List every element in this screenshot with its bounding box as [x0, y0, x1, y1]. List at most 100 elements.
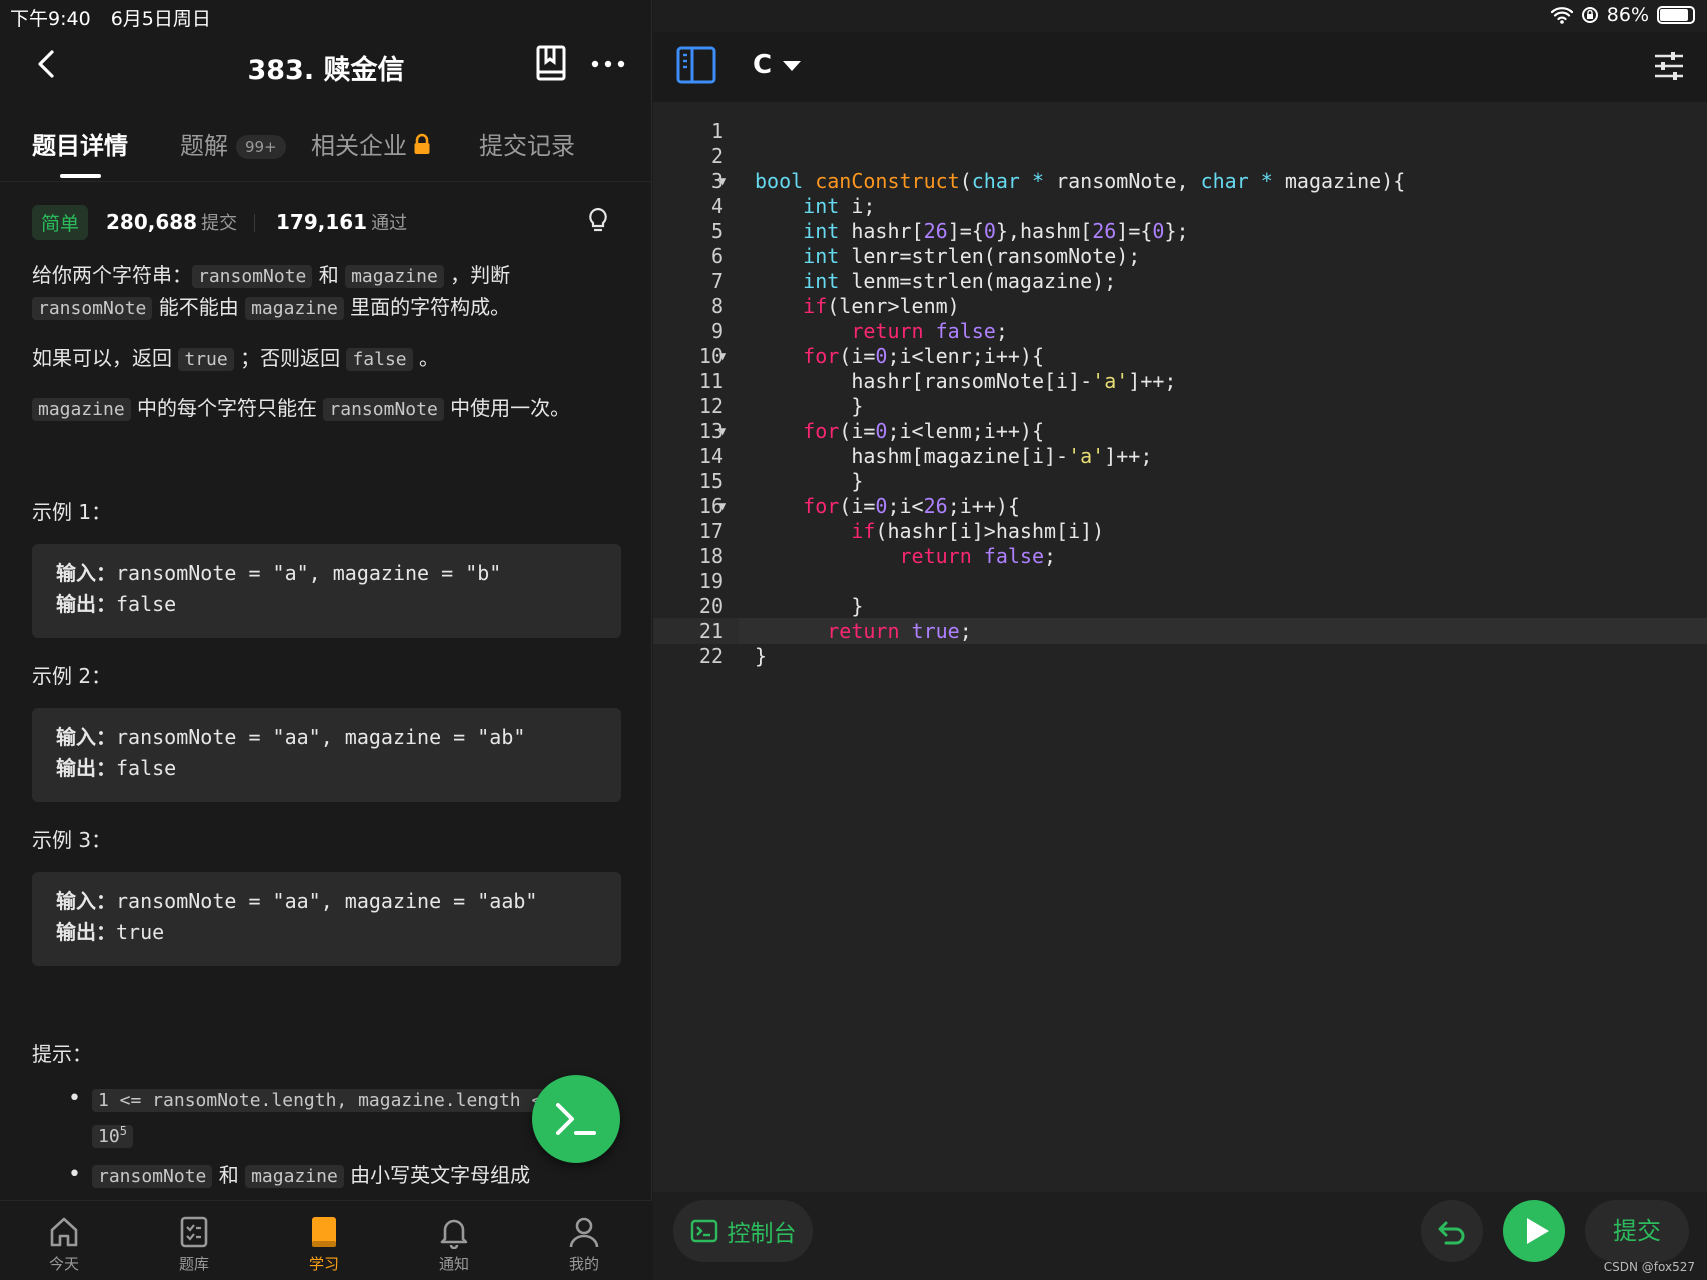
example-box: 输入：ransomNote = "aa", magazine = "ab" 输出… — [32, 708, 621, 802]
example-box: 输入：ransomNote = "aa", magazine = "aab" 输… — [32, 872, 621, 966]
lightbulb-icon[interactable] — [584, 206, 612, 234]
code-line: 7 int lenm=strlen(magazine); — [653, 268, 1707, 294]
notes-button[interactable] — [534, 44, 568, 84]
inline-code: false — [346, 348, 413, 371]
console-button[interactable]: 控制台 — [673, 1200, 813, 1262]
line-number: 20 — [698, 594, 723, 618]
line-number: 18 — [698, 544, 723, 568]
code-text: for(i=0;i<lenr;i++){ — [803, 344, 1045, 368]
line-number: 3 — [710, 169, 723, 193]
bottom-navigation: 今天 题库 学习 通知 我的 — [0, 1200, 652, 1280]
code-line: 16 ▼ for(i=0;i<26;i++){ — [653, 493, 1707, 519]
input-label: 输入： — [56, 725, 116, 749]
home-icon — [50, 1217, 78, 1247]
accepted-count: 179,161 — [276, 210, 368, 234]
checklist-icon — [180, 1216, 208, 1248]
inline-code: 105 — [92, 1124, 133, 1148]
example-box: 输入：ransomNote = "a", magazine = "b" 输出：f… — [32, 544, 621, 638]
submissions-stat: 280,688 提交 — [106, 209, 237, 235]
desc-text: ，判断 — [443, 263, 511, 287]
code-text: int hashr[26]={0},hashm[26]={0}; — [803, 219, 1189, 243]
line-number: 14 — [698, 444, 723, 468]
input-label: 输入： — [56, 889, 116, 913]
reset-code-button[interactable] — [1421, 1200, 1483, 1262]
example-output-line: 输出：false — [56, 753, 597, 784]
more-button[interactable] — [590, 52, 626, 76]
code-text: if(hashr[i]>hashm[i]) — [851, 519, 1105, 543]
fold-arrow-icon[interactable]: ▼ — [719, 168, 726, 194]
code-text: } — [755, 394, 864, 418]
inline-code: ransomNote — [32, 297, 153, 320]
tab-solutions[interactable]: 题解 99+ — [180, 126, 286, 161]
run-button[interactable] — [1503, 1200, 1565, 1262]
toggle-description-panel-button[interactable] — [675, 44, 717, 86]
line-number: 22 — [698, 644, 723, 668]
tab-label: 题目详情 — [32, 132, 128, 160]
console-label: 控制台 — [727, 1221, 797, 1247]
code-editor[interactable]: 1 2 3 ▼ bool canConstruct(char * ransomNot… — [653, 102, 1707, 1192]
language-value: C — [753, 50, 773, 80]
inline-code: 1 <= ransomNote.length, magazine.length … — [92, 1089, 560, 1112]
code-line: 19 — [653, 568, 1707, 594]
inline-code: magazine — [245, 297, 344, 320]
problem-header: 383. 赎金信 — [0, 32, 652, 100]
problem-tabs: 题目详情 题解 99+ 相关企业 提交记录 — [0, 110, 652, 182]
problem-panel: 下午9:40 6月5日周日 383. 赎金信 题目详情 题解 99+ 相关企业 提… — [0, 0, 652, 1280]
nav-item-study[interactable]: 学习 — [274, 1215, 374, 1274]
tab-submissions[interactable]: 提交记录 — [479, 126, 575, 161]
fold-arrow-icon[interactable]: ▼ — [719, 493, 726, 519]
line-number: 21 — [698, 619, 723, 643]
tab-companies[interactable]: 相关企业 — [311, 126, 431, 161]
example-input: ransomNote = "aa", magazine = "aab" — [116, 889, 538, 913]
fold-arrow-icon[interactable]: ▼ — [719, 418, 726, 444]
submit-button[interactable]: 提交 — [1585, 1200, 1689, 1262]
line-number: 7 — [710, 269, 723, 293]
user-icon — [569, 1217, 599, 1248]
battery-icon — [1657, 6, 1695, 24]
status-bar-right: 86% — [1550, 4, 1695, 26]
example-input-line: 输入：ransomNote = "aa", magazine = "aab" — [56, 886, 597, 917]
nav-label: 我的 — [568, 1255, 599, 1273]
line-number: 11 — [698, 369, 723, 393]
stat-divider — [254, 214, 255, 232]
code-text: int lenr=strlen(ransomNote); — [803, 244, 1141, 268]
desc-text: 给你两个字符串： — [32, 263, 192, 287]
editor-settings-button[interactable] — [1653, 50, 1685, 82]
fold-arrow-icon[interactable]: ▼ — [719, 343, 726, 369]
code-text: hashm[magazine[i]-'a']++; — [755, 444, 1153, 468]
nav-item-notifications[interactable]: 通知 — [404, 1215, 504, 1274]
code-text: hashr[ransomNote[i]-'a']++; — [755, 369, 1177, 393]
example-title: 示例 3： — [32, 828, 112, 852]
nav-item-problems[interactable]: 题库 — [144, 1215, 244, 1274]
language-select[interactable]: C — [753, 50, 802, 80]
description-paragraph-1: 给你两个字符串： ransomNote 和 magazine ，判断 ransom… — [32, 260, 510, 324]
nav-item-today[interactable]: 今天 — [14, 1215, 114, 1274]
input-label: 输入： — [56, 561, 116, 585]
editor-toolbar: C — [653, 32, 1707, 102]
example-title: 示例 2： — [32, 664, 112, 688]
open-console-fab[interactable] — [532, 1075, 620, 1163]
more-horizontal-icon — [591, 60, 625, 68]
battery-fill — [1660, 9, 1688, 21]
line-number: 10 — [698, 344, 723, 368]
inline-code: ransomNote — [92, 1165, 213, 1188]
code-line: 10 ▼ for(i=0;i<lenr;i++){ — [653, 343, 1707, 369]
code-text: int lenm=strlen(magazine); — [803, 269, 1117, 293]
example-output-line: 输出：false — [56, 589, 597, 620]
hint-text: 由小写英文字母组成 — [343, 1163, 531, 1187]
tab-label: 相关企业 — [311, 132, 407, 160]
tab-description[interactable]: 题目详情 — [32, 126, 128, 161]
lock-icon — [413, 133, 431, 161]
inline-code: magazine — [245, 1165, 344, 1188]
inline-code: magazine — [32, 398, 131, 421]
nav-item-me[interactable]: 我的 — [534, 1215, 634, 1274]
code-line: 17 if(hashr[i]>hashm[i]) — [653, 518, 1707, 544]
inline-code: true — [178, 348, 234, 371]
desc-text: ；否则返回 — [233, 346, 347, 370]
line-number: 8 — [710, 294, 723, 318]
example-input: ransomNote = "aa", magazine = "ab" — [116, 725, 526, 749]
description-paragraph-3: magazine 中的每个字符只能在 ransomNote 中使用一次。 — [32, 393, 570, 425]
battery-percent: 86% — [1606, 4, 1649, 26]
code-line: 2 — [653, 143, 1707, 169]
exponent-power: 5 — [119, 1124, 127, 1138]
